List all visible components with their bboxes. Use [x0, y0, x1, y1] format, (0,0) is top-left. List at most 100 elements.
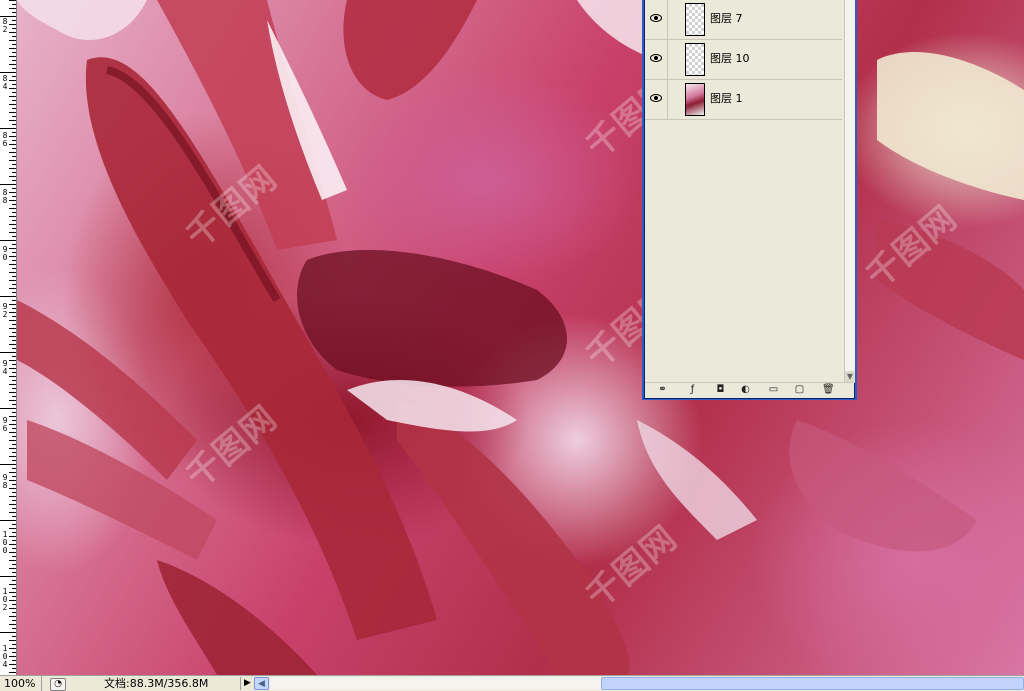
ruler-tick [0, 584, 16, 585]
trash-icon[interactable]: 🗑 [822, 385, 835, 395]
ruler-tick [0, 160, 16, 161]
ruler-tick [0, 512, 16, 513]
ruler-tick [0, 564, 16, 565]
scroll-left-icon[interactable]: ◀ [254, 677, 269, 690]
ruler-tick [0, 168, 16, 169]
ruler-tick [0, 492, 16, 493]
layers-panel: 图层 7 图层 10 图层 1 ▼ ⚭ ƒ ◘ ◐ ▭ ▢ 🗑 [642, 0, 857, 400]
ruler-tick [0, 268, 16, 269]
layers-scrollbar[interactable]: ▼ [844, 0, 855, 383]
ruler-tick [0, 152, 16, 153]
ruler-tick [0, 404, 16, 405]
ruler-tick [0, 0, 16, 1]
ruler-tick [0, 524, 16, 525]
ruler-tick [0, 460, 16, 461]
ruler-tick [0, 456, 16, 457]
ruler-tick [0, 180, 16, 181]
ruler-tick [0, 104, 16, 105]
ruler-tick [0, 572, 16, 573]
ruler-tick [0, 48, 16, 49]
link-icon[interactable]: ⚭ [657, 385, 668, 395]
ruler-tick [0, 352, 16, 353]
ruler-tick [0, 348, 16, 349]
ruler-tick [0, 8, 16, 9]
ruler-tick [0, 396, 16, 397]
visibility-toggle[interactable] [645, 40, 668, 79]
ruler-tick [0, 116, 16, 117]
layer-row[interactable]: 图层 7 [645, 0, 842, 40]
ruler-tick [0, 336, 16, 337]
ruler-tick [0, 340, 16, 341]
horizontal-scrollbar[interactable] [270, 677, 1024, 690]
visibility-toggle[interactable] [645, 80, 668, 119]
new-layer-icon[interactable]: ▢ [794, 385, 805, 395]
status-menu-arrow-icon[interactable]: ▶ [240, 677, 254, 690]
eye-icon [650, 14, 662, 22]
ruler-tick [0, 124, 16, 125]
ruler-tick [0, 440, 16, 441]
ruler-label: 8 8 [2, 188, 8, 205]
layer-name: 图层 7 [710, 12, 743, 25]
ruler-tick [0, 464, 16, 465]
status-info-icon[interactable]: ◔ [50, 678, 66, 691]
ruler-tick [0, 212, 16, 213]
ruler-tick [0, 236, 16, 237]
ruler-tick [0, 468, 16, 469]
ruler-tick [0, 288, 16, 289]
ruler-tick [0, 148, 16, 149]
ruler-tick [0, 528, 16, 529]
ruler-label: 1 0 0 [2, 530, 8, 555]
ruler-tick [0, 444, 16, 445]
ruler-tick [0, 388, 16, 389]
ruler-tick [0, 616, 16, 617]
ruler-tick [0, 176, 16, 177]
ruler-tick [0, 56, 16, 57]
ruler-tick [0, 240, 16, 241]
layer-row[interactable]: 图层 1 [645, 80, 842, 120]
ruler-tick [0, 632, 16, 633]
layer-thumbnail [685, 83, 705, 116]
ruler-label: 8 2 [2, 17, 8, 34]
ruler-tick [0, 620, 16, 621]
ruler-tick [0, 108, 16, 109]
ruler-tick [0, 520, 16, 521]
adjustment-layer-icon[interactable]: ◐ [740, 385, 751, 395]
ruler-tick [0, 384, 16, 385]
ruler-tick [0, 112, 16, 113]
layer-mask-icon[interactable]: ◘ [715, 385, 726, 395]
ruler-tick [0, 232, 16, 233]
ruler-tick [0, 184, 16, 185]
ruler-tick [0, 36, 16, 37]
ruler-tick [0, 284, 16, 285]
visibility-toggle[interactable] [645, 0, 668, 39]
ruler-tick [0, 324, 16, 325]
ruler-tick [0, 508, 16, 509]
vertical-ruler[interactable]: 8 2 8 4 8 6 8 8 9 0 9 2 9 4 9 6 9 8 1 0 0 1 0 2 1 0… [0, 0, 17, 675]
ruler-tick [0, 12, 16, 13]
ruler-tick [0, 40, 16, 41]
ruler-tick [0, 280, 16, 281]
document-canvas[interactable]: 千图网 千图网 千图网 千图网 千图网 千图网 [17, 0, 1024, 675]
layers-panel-body: 图层 7 图层 10 图层 1 ▼ ⚭ ƒ ◘ ◐ ▭ ▢ 🗑 [644, 0, 855, 399]
eye-icon [650, 94, 662, 102]
status-bar: 100% ◔ 文档:88.3M/356.8M ▶ ◀ [0, 675, 1024, 691]
ruler-tick [0, 296, 16, 297]
layer-name: 图层 10 [710, 52, 750, 65]
ruler-tick [0, 392, 16, 393]
ruler-tick [0, 52, 16, 53]
ruler-label: 9 8 [2, 473, 8, 490]
ruler-label: 1 0 2 [2, 587, 8, 612]
group-folder-icon[interactable]: ▭ [768, 385, 779, 395]
layer-thumbnail [685, 3, 705, 36]
horizontal-scroll-thumb[interactable] [601, 677, 1024, 690]
zoom-level[interactable]: 100% [0, 676, 42, 691]
ruler-tick [0, 100, 16, 101]
ruler-tick [0, 344, 16, 345]
ruler-tick [0, 628, 16, 629]
layer-row[interactable]: 图层 10 [645, 40, 842, 80]
layer-thumbnail [685, 43, 705, 76]
ruler-label: 8 4 [2, 74, 8, 91]
layer-style-icon[interactable]: ƒ [687, 385, 698, 395]
ruler-tick [0, 672, 16, 673]
ruler-tick [0, 576, 16, 577]
